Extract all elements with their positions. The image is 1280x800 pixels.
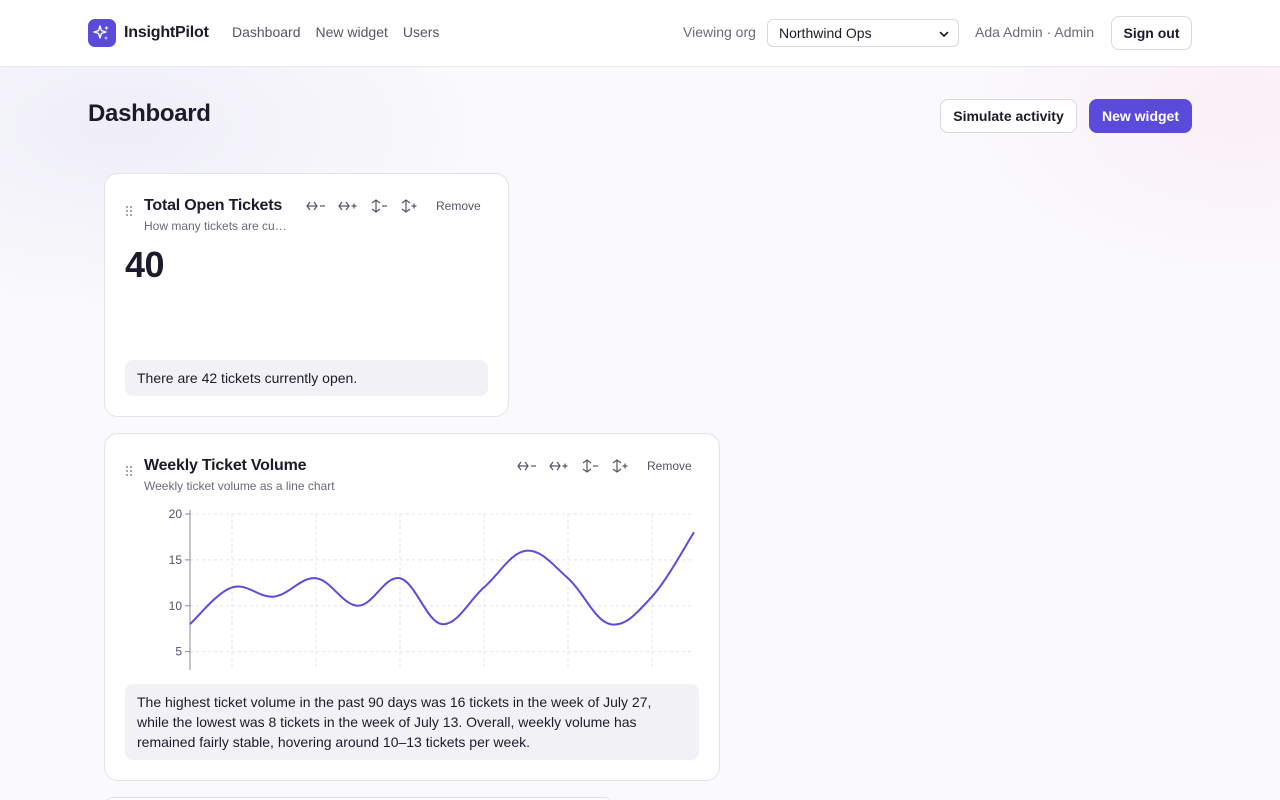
- brand[interactable]: InsightPilot: [88, 19, 209, 47]
- drag-handle-icon[interactable]: [125, 464, 133, 482]
- nav-item-new-widget[interactable]: New widget: [316, 24, 388, 40]
- metric-value: 40: [125, 244, 165, 285]
- shrink-height-icon[interactable]: [581, 458, 599, 474]
- drag-handle-icon[interactable]: [125, 204, 133, 222]
- current-user-label: Ada Admin · Admin: [975, 24, 1095, 40]
- widget-title: Total Open Tickets: [144, 197, 283, 214]
- sign-out-button[interactable]: Sign out: [1111, 16, 1192, 50]
- nav-item-dashboard[interactable]: Dashboard: [232, 24, 301, 40]
- grow-width-icon[interactable]: [549, 458, 569, 474]
- viewing-org-label: Viewing org: [683, 24, 756, 40]
- widget-toolbar: Remove: [306, 198, 481, 214]
- shrink-height-icon[interactable]: [370, 198, 388, 214]
- grow-height-icon[interactable]: [400, 198, 418, 214]
- shrink-width-icon[interactable]: [306, 198, 326, 214]
- main-nav: Dashboard New widget Users: [232, 24, 439, 40]
- page-title: Dashboard: [88, 100, 211, 127]
- widget-toolbar: Remove: [517, 458, 692, 474]
- remove-widget-button[interactable]: Remove: [436, 199, 481, 213]
- widget-summary: There are 42 tickets currently open.: [125, 360, 488, 396]
- chevron-down-icon: [938, 27, 950, 43]
- y-tick-label: 5: [175, 645, 182, 659]
- shrink-width-icon[interactable]: [517, 458, 537, 474]
- widget-card-total-open-tickets: Total Open Tickets How many tickets are …: [104, 173, 509, 417]
- widget-title: Weekly Ticket Volume: [144, 457, 307, 474]
- y-tick-label: 10: [169, 599, 183, 613]
- org-select[interactable]: Northwind Ops: [767, 19, 959, 47]
- new-widget-button[interactable]: New widget: [1089, 99, 1192, 133]
- top-navigation-bar: InsightPilot Dashboard New widget Users …: [0, 0, 1280, 67]
- sparkles-icon: [88, 19, 116, 47]
- widget-card-weekly-ticket-volume: Weekly Ticket Volume Weekly ticket volum…: [104, 433, 720, 781]
- y-tick-label: 15: [169, 553, 183, 567]
- widget-subtitle: How many tickets are cu…: [144, 219, 287, 233]
- line-chart: 5 10 15 20: [169, 507, 695, 670]
- brand-name: InsightPilot: [124, 24, 209, 41]
- org-select-value: Northwind Ops: [779, 25, 872, 41]
- grow-height-icon[interactable]: [611, 458, 629, 474]
- simulate-activity-button[interactable]: Simulate activity: [940, 99, 1077, 133]
- series-line-weekly-volume: [189, 531, 695, 626]
- widget-subtitle: Weekly ticket volume as a line chart: [144, 479, 335, 493]
- grow-width-icon[interactable]: [338, 198, 358, 214]
- remove-widget-button[interactable]: Remove: [647, 459, 692, 473]
- y-tick-label: 20: [169, 507, 183, 521]
- nav-item-users[interactable]: Users: [403, 24, 440, 40]
- widget-summary: The highest ticket volume in the past 90…: [125, 684, 699, 760]
